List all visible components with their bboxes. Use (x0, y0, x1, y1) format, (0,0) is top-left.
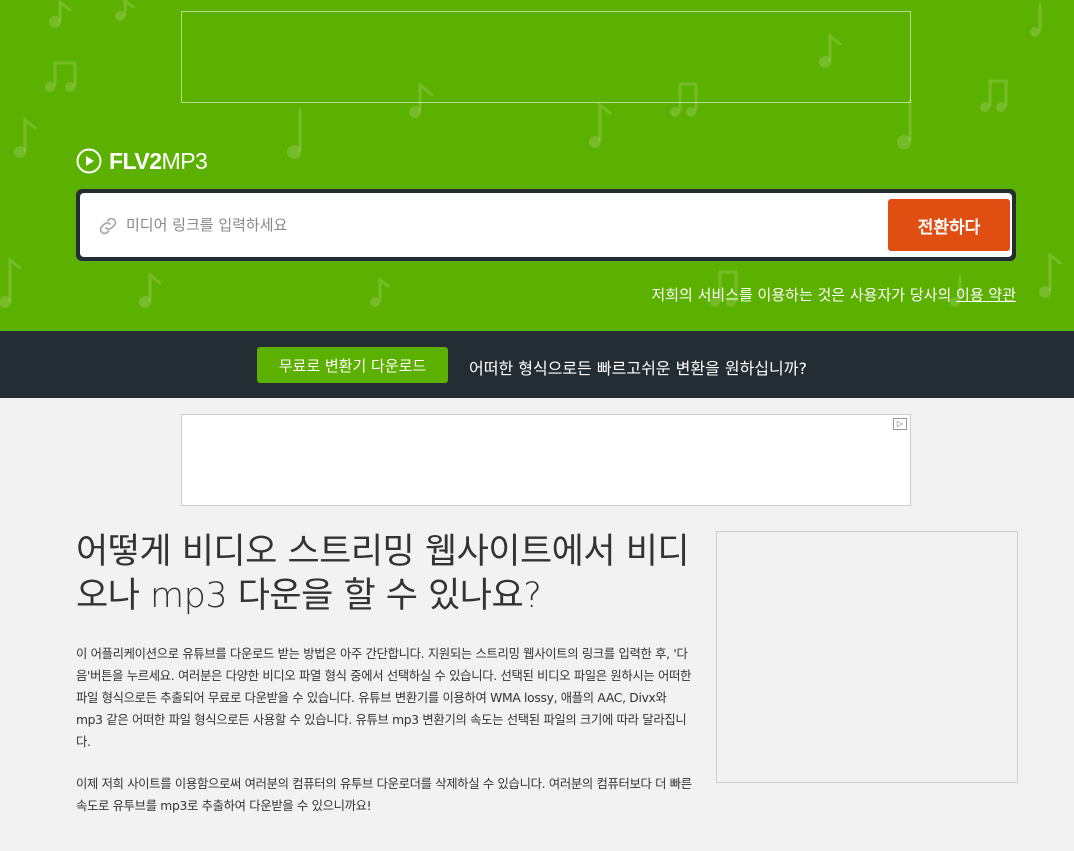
search-inner: 전환하다 (80, 193, 1012, 257)
terms-link[interactable]: 이용 약관 (956, 286, 1016, 304)
second-paragraph: 이제 저희 사이트를 이용함으로써 여러분의 컴퓨터의 유투브 다운로더를 삭제… (76, 777, 692, 813)
terms-text: 저희의 서비스를 이용하는 것은 사용자가 당사의 (651, 286, 957, 304)
logo-text: FLV2MP3 (109, 147, 208, 175)
logo-text-bold: FLV2 (109, 147, 162, 174)
intro-paragraph: 이 어플리케이션으로 유튜브를 다운로드 받는 방법은 아주 간단합니다. 지원… (76, 647, 692, 749)
logo[interactable]: FLV2MP3 (76, 146, 208, 176)
middle-ad-banner[interactable]: ▷ (181, 414, 911, 506)
promo-bar: 무료로 변환기 다운로드 어떠한 형식으로든 빠르고쉬운 변환을 원하십니까? (0, 331, 1074, 398)
top-ad-banner[interactable] (181, 11, 911, 103)
side-ad-box[interactable] (716, 531, 1018, 783)
media-link-input[interactable] (126, 205, 866, 245)
terms-notice: 저희의 서비스를 이용하는 것은 사용자가 당사의 이용 약관 (651, 284, 1016, 305)
play-circle-icon (76, 148, 102, 174)
page-heading: 어떻게 비디오 스트리밍 웹사이트에서 비디오나 mp3 다운을 할 수 있나요… (76, 532, 690, 616)
hero-section: FLV2MP3 전환하다 저희의 서비스를 이용하는 것은 사용자가 당사의 이… (0, 0, 1074, 331)
link-icon (99, 217, 117, 235)
ad-choices-icon[interactable]: ▷ (893, 418, 907, 430)
logo-text-light: MP3 (161, 147, 208, 174)
convert-button[interactable]: 전환하다 (888, 199, 1010, 251)
download-converter-button[interactable]: 무료로 변환기 다운로드 (257, 347, 448, 383)
promo-text: 어떠한 형식으로든 빠르고쉬운 변환을 원하십니까? (469, 359, 807, 378)
search-bar: 전환하다 (76, 189, 1016, 261)
